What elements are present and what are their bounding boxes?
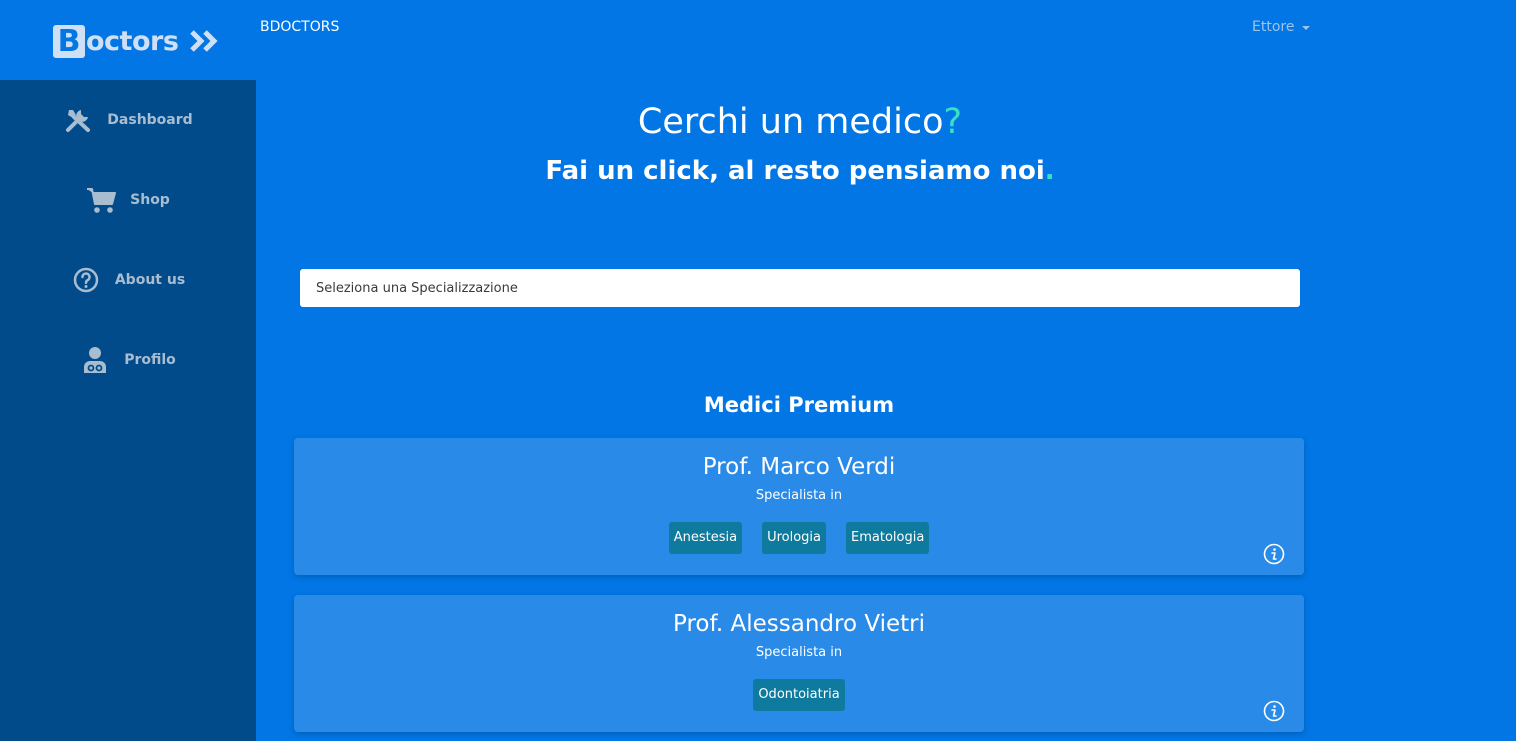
doctor-name: Prof. Marco Verdi — [702, 454, 896, 480]
specialization-tag[interactable]: Odontoiatria — [753, 679, 845, 711]
specialization-select[interactable]: Seleziona una Specializzazione — [300, 269, 1300, 307]
info-icon[interactable] — [1263, 543, 1285, 565]
question-circle-icon — [71, 265, 101, 295]
sidebar-item-profilo[interactable]: Profilo — [0, 320, 256, 400]
sidebar-item-about-us[interactable]: About us — [0, 240, 256, 320]
specialist-label: Specialista in — [755, 488, 843, 503]
sidebar-item-label: Dashboard — [107, 112, 193, 128]
logo-text: octors — [86, 25, 179, 57]
doctor-card: Prof. Alessandro Vietri Specialista in O… — [294, 595, 1304, 732]
user-name: Ettore — [1252, 19, 1295, 35]
specialization-tag[interactable]: Ematologia — [846, 522, 930, 554]
hero-subtitle: Fai un click, al resto pensiamo noi. — [256, 156, 1344, 186]
specialization-tags: Odontoiatria — [294, 679, 1304, 711]
caret-down-icon — [1302, 25, 1311, 30]
specialization-tags: Anestesia Urologia Ematologia — [294, 522, 1304, 554]
hero-subtitle-text: Fai un click, al resto pensiamo noi — [545, 156, 1045, 186]
info-icon[interactable] — [1263, 700, 1285, 722]
hero-title: Cerchi un medico? — [256, 102, 1344, 142]
user-menu[interactable]: Ettore — [1252, 19, 1311, 35]
sidebar-item-label: About us — [114, 272, 186, 288]
specialization-select-value: Seleziona una Specializzazione — [316, 280, 518, 296]
sidebar-item-shop[interactable]: Shop — [0, 160, 256, 240]
logo-area: B octors — [0, 0, 256, 80]
sidebar: B octors Dashboard Shop About us Profilo — [0, 0, 256, 741]
premium-section-title: Medici Premium — [703, 393, 895, 417]
specialist-label: Specialista in — [755, 645, 843, 660]
user-doctor-icon — [80, 345, 110, 375]
specialization-tag[interactable]: Anestesia — [668, 522, 743, 554]
sidebar-item-label: Shop — [130, 192, 170, 208]
tools-icon — [63, 105, 93, 135]
brand-link[interactable]: BDOCTORS — [260, 19, 339, 35]
doctor-name: Prof. Alessandro Vietri — [672, 611, 925, 637]
logo-letter: B — [53, 24, 85, 58]
sidebar-nav: Dashboard Shop About us Profilo — [0, 80, 256, 400]
hero-title-text: Cerchi un medico — [637, 102, 944, 142]
cart-icon — [86, 185, 117, 215]
sidebar-item-dashboard[interactable]: Dashboard — [0, 80, 256, 160]
app: B octors Dashboard Shop About us Profilo… — [0, 0, 1516, 741]
hero-title-mark: ? — [943, 102, 963, 142]
logo[interactable]: B octors — [53, 24, 222, 58]
sidebar-item-label: Profilo — [124, 352, 176, 368]
specialization-tag[interactable]: Urologia — [762, 522, 826, 554]
hero-subtitle-mark: . — [1044, 156, 1055, 186]
double-chevron-right-icon — [190, 30, 218, 52]
doctor-card: Prof. Marco Verdi Specialista in Anestes… — [294, 438, 1304, 575]
